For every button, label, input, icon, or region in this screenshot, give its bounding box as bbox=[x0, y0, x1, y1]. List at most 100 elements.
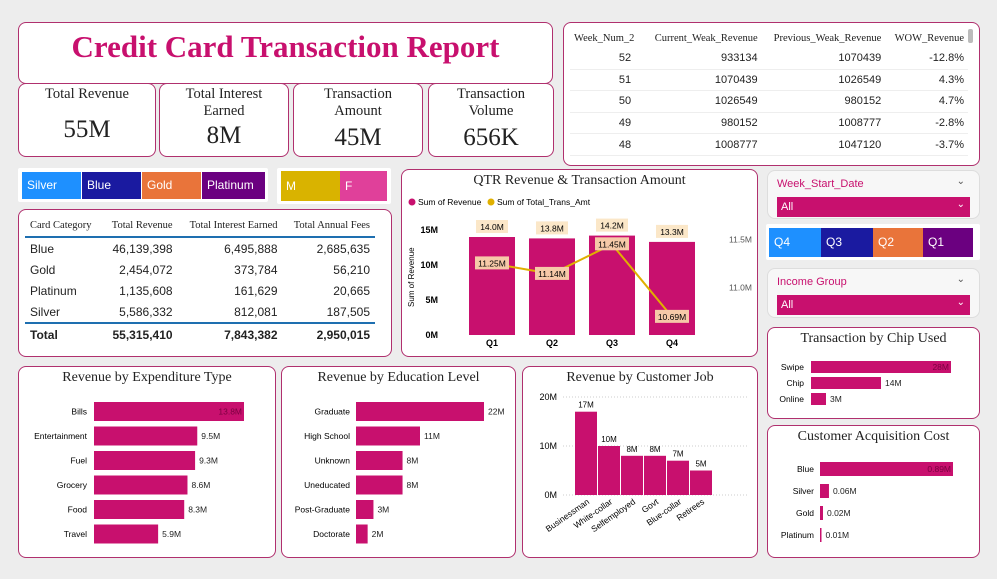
slicer-item-m[interactable]: M bbox=[281, 171, 340, 201]
bar[interactable] bbox=[644, 455, 666, 495]
slicer-item-silver[interactable]: Silver bbox=[22, 172, 81, 199]
table-header-row: Card Category Total Revenue Total Intere… bbox=[25, 214, 375, 237]
y-tick-label: 20M bbox=[539, 392, 557, 402]
kpi-card-interest: Total Interest Earned 8M bbox=[159, 83, 289, 157]
bar[interactable] bbox=[811, 377, 881, 389]
column-header[interactable]: Total Interest Earned bbox=[178, 214, 283, 237]
table-row: 49 980152 1008777 -2.8% bbox=[570, 112, 968, 135]
kpi-value: 8M bbox=[206, 122, 242, 149]
bar[interactable] bbox=[94, 500, 185, 519]
bar[interactable] bbox=[589, 235, 635, 335]
data-label: 0.89M bbox=[927, 464, 951, 474]
y-tick-label: 5M bbox=[425, 295, 438, 305]
column-header[interactable]: WOW_Revenue bbox=[885, 28, 968, 48]
week-table-card: Week_Num_2 Current_Weak_Revenue Previous… bbox=[563, 22, 980, 166]
cell: 50 bbox=[570, 90, 644, 113]
kpi-value: 656K bbox=[463, 124, 519, 151]
y-tick-label: 0M bbox=[544, 490, 557, 500]
slicer-item-f[interactable]: F bbox=[340, 171, 387, 201]
kpi-card-total-revenue: Total Revenue 55M bbox=[18, 83, 156, 157]
bar[interactable] bbox=[94, 524, 159, 544]
category-label: Silver bbox=[793, 486, 814, 496]
legend-marker-trans-amt bbox=[487, 198, 495, 206]
chevron-down-icon[interactable]: ⌄ bbox=[957, 297, 965, 308]
qtr-chart: Sum of Revenue Sum of Total_Trans_Amt Su… bbox=[407, 197, 752, 348]
category-label: Travel bbox=[64, 529, 87, 539]
bar[interactable] bbox=[529, 238, 575, 335]
table-header-row: Week_Num_2 Current_Weak_Revenue Previous… bbox=[570, 28, 968, 48]
slicer-item-q2[interactable]: Q2 bbox=[873, 228, 923, 257]
bar[interactable] bbox=[94, 426, 198, 446]
cell: 7,843,382 bbox=[224, 327, 278, 342]
bar[interactable] bbox=[94, 475, 188, 495]
cac-chart: Blue 0.89M Silver 0.06M Gold 0.02M Platinum 0.0… bbox=[781, 462, 953, 542]
bar[interactable] bbox=[690, 470, 712, 496]
cell: 4.7% bbox=[885, 90, 968, 113]
cell: Gold bbox=[30, 262, 56, 277]
cell: 6,495,888 bbox=[224, 241, 278, 256]
education-chart: Graduate 22M High School 11M Unknown 8M Uneduc… bbox=[295, 402, 505, 544]
column-header[interactable]: Previous_Weak_Revenue bbox=[762, 28, 886, 48]
slicer-item-gold[interactable]: Gold bbox=[142, 172, 201, 199]
slicer-item-q3[interactable]: Q3 bbox=[821, 228, 873, 257]
column-header[interactable]: Total Annual Fees bbox=[283, 214, 376, 237]
bar[interactable] bbox=[811, 361, 951, 373]
week-start-dropdown[interactable]: All bbox=[777, 197, 970, 217]
cell: Blue bbox=[30, 241, 55, 256]
bar[interactable] bbox=[820, 484, 829, 498]
data-label: 11M bbox=[424, 431, 440, 441]
card-category-table: Card Category Total Revenue Total Intere… bbox=[25, 214, 375, 345]
data-label: 3M bbox=[830, 394, 842, 404]
column-header[interactable]: Total Revenue bbox=[102, 214, 178, 237]
table-scrollbar[interactable] bbox=[968, 29, 973, 43]
bar[interactable] bbox=[356, 426, 420, 446]
bar[interactable] bbox=[356, 451, 403, 470]
cell: 2,950,015 bbox=[316, 327, 370, 342]
data-label: 9.3M bbox=[199, 456, 218, 466]
line-data-label: 11.14M bbox=[538, 269, 566, 279]
data-label: 0.02M bbox=[827, 508, 851, 518]
bar[interactable] bbox=[356, 402, 484, 421]
y2-tick-label: 11.0M bbox=[729, 282, 752, 292]
legend-label-trans-amt: Sum of Total_Trans_Amt bbox=[497, 197, 591, 207]
y-axis-title: Sum of Revenue bbox=[407, 247, 416, 307]
cell: 56,210 bbox=[333, 262, 370, 277]
bar[interactable] bbox=[575, 411, 597, 495]
x-tick-label: Q3 bbox=[606, 338, 618, 348]
cell: 51 bbox=[570, 69, 644, 92]
category-label: Doctorate bbox=[313, 529, 350, 539]
column-header[interactable]: Card Category bbox=[25, 214, 102, 237]
gender-slicer: M F bbox=[277, 168, 391, 204]
bar[interactable] bbox=[621, 455, 643, 495]
bar[interactable] bbox=[356, 524, 368, 544]
category-label: Platinum bbox=[781, 530, 814, 540]
bar[interactable] bbox=[356, 475, 403, 495]
bar[interactable] bbox=[820, 506, 823, 520]
bar[interactable] bbox=[356, 500, 374, 519]
cell: 187,505 bbox=[326, 304, 370, 319]
bar[interactable] bbox=[811, 393, 826, 405]
bar[interactable] bbox=[598, 446, 620, 495]
chevron-down-icon[interactable]: ⌄ bbox=[957, 274, 965, 285]
column-header[interactable]: Week_Num_2 bbox=[570, 28, 643, 48]
data-label: 28M bbox=[932, 362, 949, 372]
income-group-dropdown[interactable]: All bbox=[777, 295, 970, 315]
slicer-item-platinum[interactable]: Platinum bbox=[202, 172, 265, 199]
cell: 2,454,072 bbox=[119, 262, 173, 277]
category-label: High School bbox=[304, 431, 350, 441]
bar[interactable] bbox=[469, 237, 515, 335]
category-label: Chip bbox=[787, 378, 805, 388]
chevron-down-icon[interactable]: ⌄ bbox=[957, 176, 965, 187]
title-card: Credit Card Transaction Report bbox=[18, 22, 553, 84]
column-header[interactable]: Current_Weak_Revenue bbox=[643, 28, 762, 48]
slicer-item-blue[interactable]: Blue bbox=[82, 172, 141, 199]
bar[interactable] bbox=[667, 460, 689, 495]
series-line-trans-amt[interactable] bbox=[491, 243, 673, 318]
slicer-item-q1[interactable]: Q1 bbox=[923, 228, 973, 257]
y-tick-label: 0M bbox=[425, 330, 438, 340]
chevron-down-icon[interactable]: ⌄ bbox=[957, 199, 965, 210]
bar[interactable] bbox=[94, 451, 196, 470]
bar[interactable] bbox=[820, 528, 822, 542]
table-total-row: Total 55,315,410 7,843,382 2,950,015 bbox=[25, 323, 375, 345]
slicer-item-q4[interactable]: Q4 bbox=[769, 228, 821, 257]
